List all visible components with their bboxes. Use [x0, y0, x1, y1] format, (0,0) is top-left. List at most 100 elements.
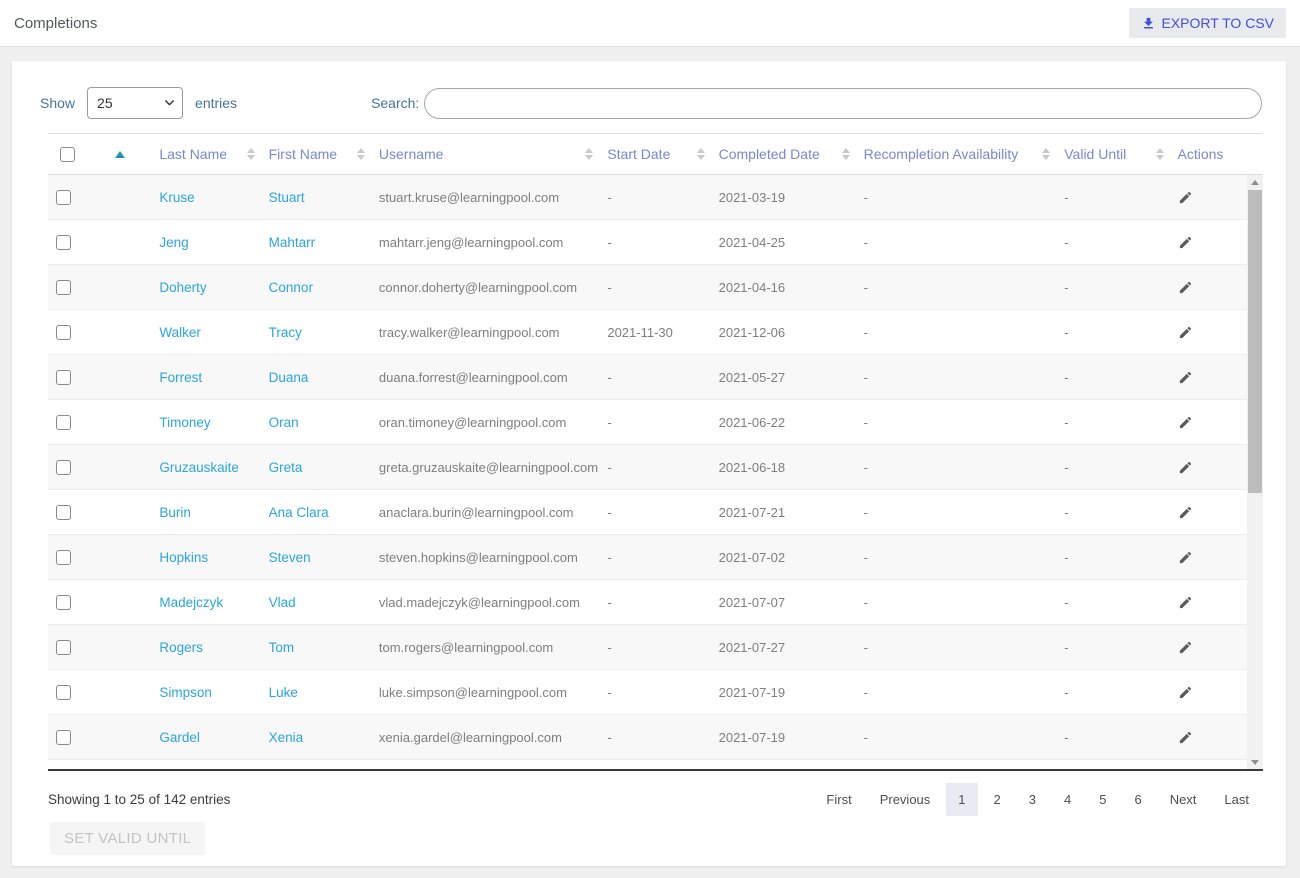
pencil-icon[interactable]: [1178, 505, 1193, 520]
header-completed-date[interactable]: Completed Date: [711, 146, 856, 162]
pagination-page-2[interactable]: 2: [982, 783, 1013, 816]
sort-arrows-icon[interactable]: [842, 148, 850, 160]
first-name-link[interactable]: Oran: [269, 415, 299, 430]
pagination-page-4[interactable]: 4: [1052, 783, 1083, 816]
last-name-link[interactable]: Walker: [159, 325, 201, 340]
username-cell: xenia.gardel@learningpool.com: [371, 730, 599, 745]
pencil-icon[interactable]: [1178, 595, 1193, 610]
sort-arrows-icon[interactable]: [357, 148, 365, 160]
pagination-previous[interactable]: Previous: [868, 783, 943, 816]
row-checkbox[interactable]: [56, 190, 71, 205]
last-name-link[interactable]: Gruzauskaite: [159, 460, 239, 475]
sort-arrows-icon[interactable]: [1156, 148, 1164, 160]
row-checkbox[interactable]: [56, 370, 71, 385]
page-size-select[interactable]: 25: [87, 87, 183, 119]
header-last-name[interactable]: Last Name: [151, 146, 260, 162]
row-checkbox[interactable]: [56, 550, 71, 565]
search-input[interactable]: [424, 88, 1262, 119]
pagination-page-6[interactable]: 6: [1122, 783, 1153, 816]
row-checkbox[interactable]: [56, 415, 71, 430]
first-name-link[interactable]: Tom: [269, 640, 295, 655]
first-name-link[interactable]: Luke: [269, 685, 298, 700]
scroll-down-icon[interactable]: [1247, 755, 1263, 769]
first-name-link[interactable]: Ana Clara: [269, 505, 329, 520]
last-name-link[interactable]: Simpson: [159, 685, 212, 700]
last-name-link[interactable]: Rogers: [159, 640, 203, 655]
pencil-icon[interactable]: [1178, 685, 1193, 700]
completions-card: Show 25 entries Search:: [12, 61, 1286, 866]
last-name-link[interactable]: Gardel: [159, 730, 200, 745]
first-name-cell: Luke: [261, 685, 371, 700]
row-checkbox[interactable]: [56, 280, 71, 295]
row-checkbox[interactable]: [56, 730, 71, 745]
table-header-row: Last Name First Name Username Start Date…: [48, 133, 1263, 175]
last-name-link[interactable]: Doherty: [159, 280, 206, 295]
last-name-link[interactable]: Jeng: [159, 235, 188, 250]
last-name-link[interactable]: Burin: [159, 505, 191, 520]
first-name-link[interactable]: Greta: [269, 460, 303, 475]
pencil-icon[interactable]: [1178, 280, 1193, 295]
pencil-icon[interactable]: [1178, 730, 1193, 745]
first-name-cell: Tom: [261, 640, 371, 655]
sort-arrows-icon[interactable]: [697, 148, 705, 160]
last-name-link[interactable]: Forrest: [159, 370, 202, 385]
export-to-csv-button[interactable]: EXPORT TO CSV: [1129, 8, 1286, 38]
pencil-icon[interactable]: [1178, 415, 1193, 430]
recompletion-availability-cell: -: [856, 190, 1057, 205]
sort-arrows-icon[interactable]: [247, 148, 255, 160]
pagination-next[interactable]: Next: [1158, 783, 1209, 816]
pagination-page-5[interactable]: 5: [1087, 783, 1118, 816]
completed-date-cell: 2021-05-27: [711, 370, 856, 385]
pagination-page-1[interactable]: 1: [946, 783, 977, 816]
row-checkbox[interactable]: [56, 640, 71, 655]
first-name-link[interactable]: Stuart: [269, 190, 305, 205]
pencil-icon[interactable]: [1178, 370, 1193, 385]
pencil-icon[interactable]: [1178, 190, 1193, 205]
row-checkbox[interactable]: [56, 685, 71, 700]
first-name-cell: Duana: [261, 370, 371, 385]
header-start-date[interactable]: Start Date: [599, 146, 710, 162]
header-recompletion-availability[interactable]: Recompletion Availability: [856, 146, 1057, 162]
completed-date-cell: 2021-12-06: [711, 325, 856, 340]
set-valid-until-button[interactable]: SET VALID UNTIL: [50, 822, 205, 855]
sort-arrows-icon[interactable]: [585, 148, 593, 160]
pagination-first[interactable]: First: [814, 783, 863, 816]
row-checkbox[interactable]: [56, 505, 71, 520]
last-name-link[interactable]: Timoney: [159, 415, 210, 430]
header-first-name[interactable]: First Name: [261, 146, 371, 162]
row-checkbox[interactable]: [56, 235, 71, 250]
last-name-link[interactable]: Hopkins: [159, 550, 208, 565]
first-name-link[interactable]: Mahtarr: [269, 235, 316, 250]
pencil-icon[interactable]: [1178, 460, 1193, 475]
pencil-icon[interactable]: [1178, 550, 1193, 565]
scroll-up-icon[interactable]: [1247, 175, 1263, 189]
pagination-page-3[interactable]: 3: [1017, 783, 1048, 816]
pagination-last[interactable]: Last: [1212, 783, 1261, 816]
first-name-link[interactable]: Vlad: [269, 595, 296, 610]
first-name-link[interactable]: Connor: [269, 280, 313, 295]
first-name-link[interactable]: Steven: [269, 550, 311, 565]
first-name-link[interactable]: Duana: [269, 370, 309, 385]
header-sort-indicator-cell[interactable]: [88, 151, 152, 158]
pencil-icon[interactable]: [1178, 235, 1193, 250]
sort-arrows-icon[interactable]: [1042, 148, 1050, 160]
recompletion-availability-cell: -: [856, 325, 1057, 340]
valid-until-cell: -: [1056, 460, 1169, 475]
row-checkbox[interactable]: [56, 595, 71, 610]
valid-until-cell: -: [1056, 415, 1169, 430]
row-checkbox[interactable]: [56, 460, 71, 475]
pencil-icon[interactable]: [1178, 640, 1193, 655]
pencil-icon[interactable]: [1178, 325, 1193, 340]
header-username[interactable]: Username: [371, 146, 599, 162]
row-checkbox[interactable]: [56, 325, 71, 340]
select-all-checkbox[interactable]: [60, 147, 75, 162]
first-name-link[interactable]: Xenia: [269, 730, 304, 745]
header-valid-until[interactable]: Valid Until: [1056, 146, 1169, 162]
recompletion-availability-cell: -: [856, 505, 1057, 520]
table-scrollbar[interactable]: [1247, 175, 1263, 771]
last-name-link[interactable]: Kruse: [159, 190, 194, 205]
scrollbar-thumb[interactable]: [1248, 190, 1262, 493]
completed-date-cell: 2021-07-02: [711, 550, 856, 565]
last-name-link[interactable]: Madejczyk: [159, 595, 223, 610]
first-name-link[interactable]: Tracy: [269, 325, 302, 340]
